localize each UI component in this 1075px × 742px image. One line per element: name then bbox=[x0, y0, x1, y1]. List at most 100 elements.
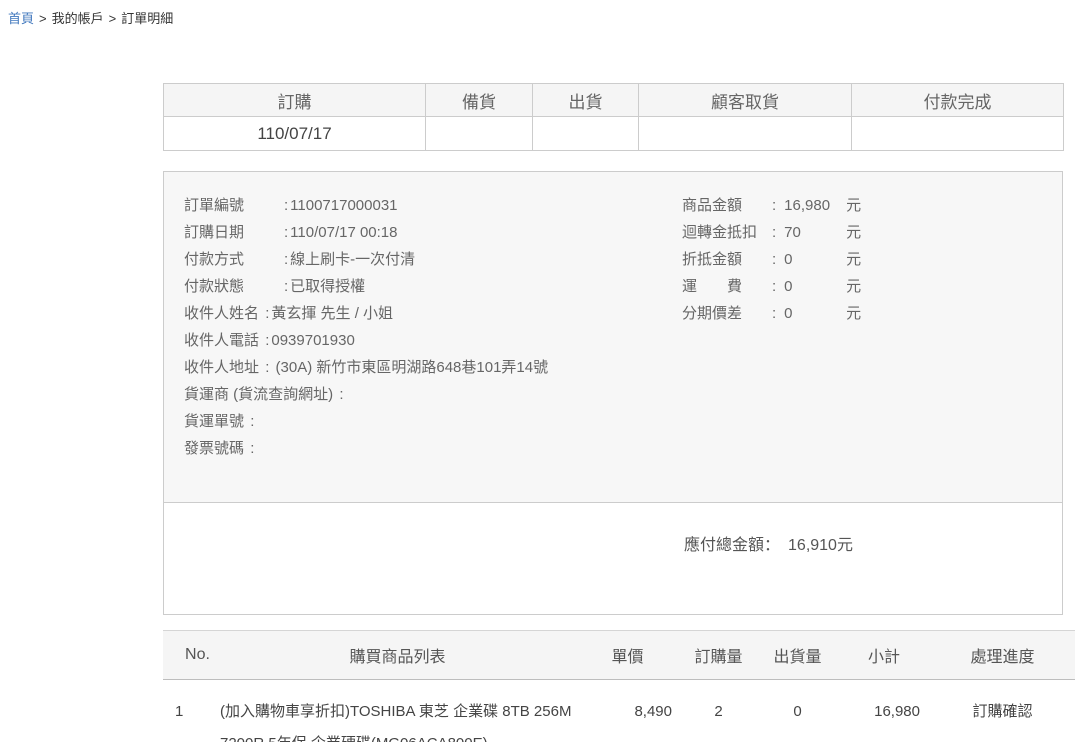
carrier-row: 貨運商 (貨流查詢網址) : bbox=[184, 381, 682, 408]
currency-unit: 元 bbox=[846, 197, 861, 214]
field-separator: : bbox=[772, 224, 776, 241]
breadcrumb-home-link[interactable]: 首頁 bbox=[8, 11, 34, 26]
order-status-table: 訂購 備貨 出貨 顧客取貨 付款完成 110/07/17 bbox=[163, 83, 1064, 151]
field-separator: : bbox=[772, 197, 776, 214]
field-label: 運 費 bbox=[682, 273, 770, 300]
product-col-no: No. bbox=[163, 631, 220, 680]
payment-method-row: 付款方式:線上刷卡-一次付清 bbox=[184, 246, 682, 273]
status-paid-date bbox=[852, 117, 1064, 151]
shipping-fee-row: 運 費:0元 bbox=[682, 273, 1042, 300]
tracking-number-row: 貨運單號 : bbox=[184, 408, 682, 435]
field-separator: : bbox=[284, 278, 288, 295]
field-separator: : bbox=[339, 386, 343, 403]
field-separator: : bbox=[284, 224, 288, 241]
field-label: 迴轉金抵扣 bbox=[682, 219, 770, 246]
recipient-name-value: 黃玄揮 先生 / 小姐 bbox=[271, 305, 393, 322]
field-separator: : bbox=[772, 305, 776, 322]
status-ordered-date: 110/07/17 bbox=[164, 117, 426, 151]
field-label: 付款狀態 bbox=[184, 273, 282, 300]
discount-amount-row: 折抵金額:0元 bbox=[682, 246, 1042, 273]
total-amount-line: 應付總金額： 16,910元 bbox=[684, 531, 1062, 555]
product-header-row: No. 購買商品列表 單價 訂購量 出貨量 小計 處理進度 bbox=[163, 631, 1075, 680]
goods-amount-value: 16,980 bbox=[784, 192, 846, 219]
rebate-deduction-value: 70 bbox=[784, 219, 846, 246]
product-col-unit-price: 單價 bbox=[575, 631, 680, 680]
field-label: 貨運單號 bbox=[184, 408, 244, 435]
status-col-paid: 付款完成 bbox=[852, 84, 1064, 117]
order-amounts-column: 商品金額:16,980元 迴轉金抵扣:70元 折抵金額:0元 運 費:0元 分期… bbox=[682, 192, 1042, 462]
total-amount-value: 16,910元 bbox=[788, 537, 853, 554]
field-label: 訂單編號 bbox=[184, 192, 282, 219]
field-separator: : bbox=[250, 413, 254, 430]
order-date-row: 訂購日期:110/07/17 00:18 bbox=[184, 219, 682, 246]
goods-amount-row: 商品金額:16,980元 bbox=[682, 192, 1042, 219]
currency-unit: 元 bbox=[846, 278, 861, 295]
payment-method-value: 線上刷卡-一次付清 bbox=[290, 251, 415, 268]
field-separator: : bbox=[250, 440, 254, 457]
payment-status-value: 已取得授權 bbox=[290, 278, 365, 295]
product-unit-price: 8,490 bbox=[575, 680, 680, 742]
status-preparing-date bbox=[426, 117, 533, 151]
status-pickup-date bbox=[639, 117, 852, 151]
recipient-phone-row: 收件人電話 :0939701930 bbox=[184, 327, 682, 354]
recipient-phone-value: 0939701930 bbox=[271, 332, 354, 349]
order-info-panel: 訂單編號:1100717000031 訂購日期:110/07/17 00:18 … bbox=[163, 171, 1063, 615]
field-label: 收件人地址 bbox=[184, 354, 259, 381]
field-separator: : bbox=[265, 359, 269, 376]
order-info-left-column: 訂單編號:1100717000031 訂購日期:110/07/17 00:18 … bbox=[184, 192, 682, 462]
field-label: 折抵金額 bbox=[682, 246, 770, 273]
status-col-preparing: 備貨 bbox=[426, 84, 533, 117]
field-label: 收件人姓名 bbox=[184, 300, 259, 327]
field-label: 付款方式 bbox=[184, 246, 282, 273]
recipient-name-row: 收件人姓名 :黃玄揮 先生 / 小姐 bbox=[184, 300, 682, 327]
field-separator: : bbox=[284, 197, 288, 214]
field-label: 收件人電話 bbox=[184, 327, 259, 354]
currency-unit: 元 bbox=[846, 251, 861, 268]
breadcrumb-current: 訂單明細 bbox=[121, 11, 173, 26]
field-label: 分期價差 bbox=[682, 300, 770, 327]
product-col-order-qty: 訂購量 bbox=[680, 631, 757, 680]
status-col-ordered: 訂購 bbox=[164, 84, 426, 117]
status-col-pickup: 顧客取貨 bbox=[639, 84, 852, 117]
status-header-row: 訂購 備貨 出貨 顧客取貨 付款完成 bbox=[164, 84, 1064, 117]
order-date-value: 110/07/17 00:18 bbox=[290, 224, 397, 241]
product-ship-qty: 0 bbox=[757, 680, 838, 742]
product-col-ship-qty: 出貨量 bbox=[757, 631, 838, 680]
product-subtotal: 16,980 bbox=[838, 680, 930, 742]
product-col-status: 處理進度 bbox=[930, 631, 1075, 680]
status-value-row: 110/07/17 bbox=[164, 117, 1064, 151]
product-name: (加入購物車享折扣)TOSHIBA 東芝 企業碟 8TB 256M 7200R … bbox=[220, 680, 575, 742]
product-col-name: 購買商品列表 bbox=[220, 631, 575, 680]
product-process-status: 訂購確認 bbox=[930, 680, 1075, 742]
breadcrumb-separator: > bbox=[39, 11, 47, 26]
recipient-address-row: 收件人地址 : (30A) 新竹市東區明湖路648巷101弄14號 bbox=[184, 354, 682, 381]
field-separator: : bbox=[772, 278, 776, 295]
field-separator: : bbox=[772, 251, 776, 268]
field-label: 貨運商 (貨流查詢網址) bbox=[184, 381, 333, 408]
status-shipped-date bbox=[533, 117, 639, 151]
order-number-value: 1100717000031 bbox=[290, 197, 397, 214]
product-row: 1 (加入購物車享折扣)TOSHIBA 東芝 企業碟 8TB 256M 7200… bbox=[163, 680, 1075, 742]
order-info-section: 訂單編號:1100717000031 訂購日期:110/07/17 00:18 … bbox=[164, 172, 1062, 503]
field-label: 發票號碼 bbox=[184, 435, 244, 462]
total-amount-label: 應付總金額： bbox=[684, 537, 780, 554]
breadcrumb-separator: > bbox=[109, 11, 117, 26]
rebate-deduction-row: 迴轉金抵扣:70元 bbox=[682, 219, 1042, 246]
discount-amount-value: 0 bbox=[784, 246, 846, 273]
recipient-address-value: (30A) 新竹市東區明湖路648巷101弄14號 bbox=[271, 359, 548, 376]
installment-diff-value: 0 bbox=[784, 300, 846, 327]
payment-status-row: 付款狀態:已取得授權 bbox=[184, 273, 682, 300]
field-separator: : bbox=[265, 332, 269, 349]
product-col-subtotal: 小計 bbox=[838, 631, 930, 680]
field-separator: : bbox=[284, 251, 288, 268]
field-label: 商品金額 bbox=[682, 192, 770, 219]
product-list-table: No. 購買商品列表 單價 訂購量 出貨量 小計 處理進度 1 (加入購物車享折… bbox=[163, 630, 1075, 742]
status-col-shipped: 出貨 bbox=[533, 84, 639, 117]
shipping-fee-value: 0 bbox=[784, 273, 846, 300]
breadcrumb-account: 我的帳戶 bbox=[52, 11, 104, 26]
currency-unit: 元 bbox=[846, 305, 861, 322]
currency-unit: 元 bbox=[846, 224, 861, 241]
order-total-section: 應付總金額： 16,910元 bbox=[164, 503, 1062, 614]
field-separator: : bbox=[265, 305, 269, 322]
breadcrumb: 首頁 > 我的帳戶 > 訂單明細 bbox=[0, 0, 1075, 27]
